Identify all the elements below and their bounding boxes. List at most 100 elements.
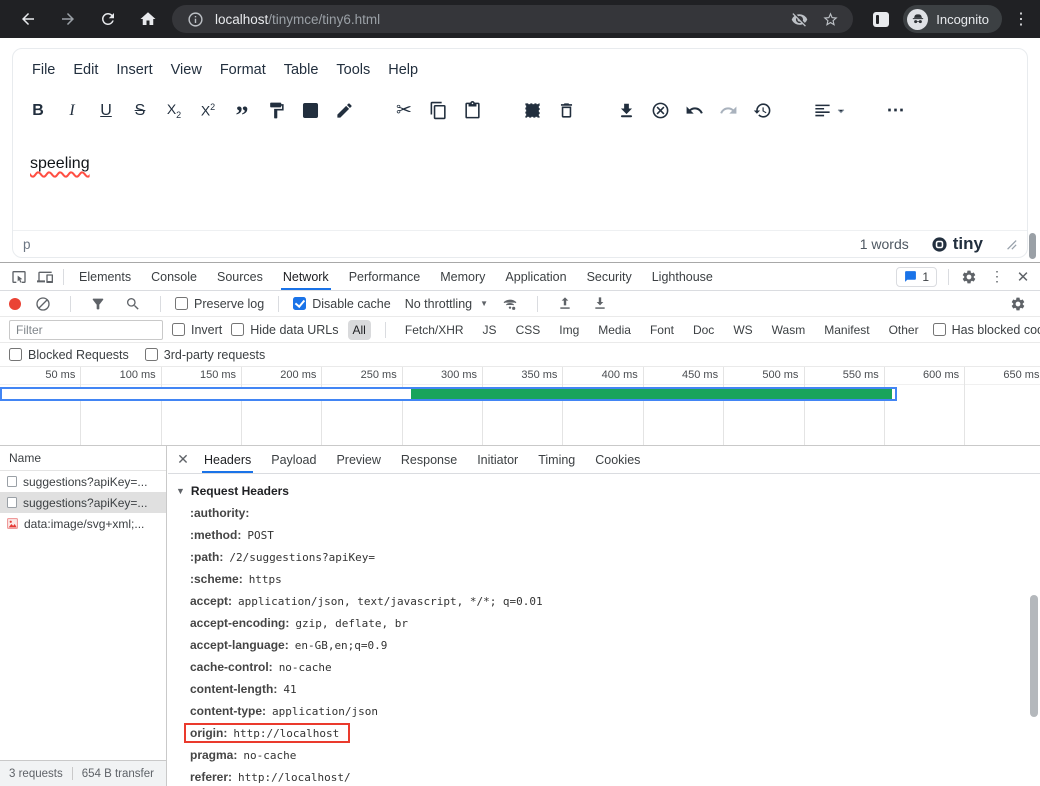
throttling-select[interactable]: No throttling ▼ (405, 297, 488, 311)
name-column-header[interactable]: Name (0, 446, 166, 471)
menu-file[interactable]: File (23, 57, 64, 83)
has-blocked-cookies-toggle[interactable]: Has blocked cookies (933, 323, 1040, 337)
misspelled-word[interactable]: speeling (30, 155, 90, 172)
incognito-badge[interactable]: Incognito (903, 5, 1002, 33)
tab-lighthouse[interactable]: Lighthouse (642, 263, 723, 290)
tab-memory[interactable]: Memory (430, 263, 495, 290)
blockquote-icon[interactable]: ” (227, 96, 257, 126)
import-har-icon[interactable] (552, 292, 578, 316)
bookmark-star-icon[interactable] (819, 8, 841, 30)
details-tab-initiator[interactable]: Initiator (467, 446, 528, 473)
tab-network[interactable]: Network (273, 263, 339, 290)
word-count[interactable]: 1 words (860, 236, 909, 252)
devtools-menu-icon[interactable]: ⋮ (984, 265, 1010, 289)
tab-application[interactable]: Application (495, 263, 576, 290)
clear-icon[interactable] (30, 292, 56, 316)
record-icon[interactable] (9, 298, 21, 310)
format-painter-icon[interactable] (261, 96, 291, 126)
request-row-selected[interactable]: suggestions?apiKey=... (0, 492, 166, 513)
network-settings-icon[interactable] (1005, 292, 1031, 316)
has-blocked-cookies-checkbox[interactable] (933, 323, 946, 336)
filter-type-media[interactable]: Media (593, 320, 636, 340)
details-tab-response[interactable]: Response (391, 446, 467, 473)
tab-performance[interactable]: Performance (339, 263, 431, 290)
paste-icon[interactable] (457, 96, 487, 126)
hide-data-urls-checkbox[interactable] (231, 323, 244, 336)
filter-type-doc[interactable]: Doc (688, 320, 719, 340)
tab-sources[interactable]: Sources (207, 263, 273, 290)
tab-console[interactable]: Console (141, 263, 207, 290)
preserve-log-checkbox[interactable] (175, 297, 188, 310)
details-tab-headers[interactable]: Headers (194, 446, 261, 473)
details-close-icon[interactable]: ✕ (172, 451, 194, 468)
menu-format[interactable]: Format (211, 57, 275, 83)
menu-edit[interactable]: Edit (64, 57, 107, 83)
filter-type-font[interactable]: Font (645, 320, 679, 340)
menu-table[interactable]: Table (275, 57, 328, 83)
filter-input[interactable] (9, 320, 163, 340)
request-row[interactable]: suggestions?apiKey=... (0, 471, 166, 492)
filter-funnel-icon[interactable] (85, 292, 111, 316)
request-headers-section[interactable]: ▼ Request Headers (176, 480, 1026, 502)
inspect-cursor-icon[interactable] (6, 265, 32, 289)
align-left-button[interactable] (807, 96, 851, 126)
editor-content[interactable]: speeling (13, 133, 1027, 241)
details-tab-cookies[interactable]: Cookies (585, 446, 650, 473)
request-row[interactable]: data:image/svg+xml;... (0, 513, 166, 534)
element-path[interactable]: p (23, 237, 31, 252)
page-embed-icon[interactable] (295, 96, 325, 126)
forward-icon[interactable] (48, 0, 88, 38)
details-tab-preview[interactable]: Preview (326, 446, 390, 473)
menu-view[interactable]: View (162, 57, 211, 83)
filter-type-ws[interactable]: WS (728, 320, 757, 340)
copy-icon[interactable] (423, 96, 453, 126)
download-icon[interactable] (611, 96, 641, 126)
back-icon[interactable] (8, 0, 48, 38)
cut-icon[interactable]: ✂ (389, 96, 419, 126)
filter-type-fetch-xhr[interactable]: Fetch/XHR (400, 320, 469, 340)
address-bar[interactable]: localhost/tinymce/tiny6.html (172, 5, 853, 33)
filter-type-wasm[interactable]: Wasm (767, 320, 811, 340)
filter-type-manifest[interactable]: Manifest (819, 320, 874, 340)
delete-icon[interactable] (551, 96, 581, 126)
filter-type-other[interactable]: Other (884, 320, 924, 340)
tab-elements[interactable]: Elements (69, 263, 141, 290)
export-har-icon[interactable] (587, 292, 613, 316)
details-scrollbar-thumb[interactable] (1030, 595, 1038, 717)
invert-toggle[interactable]: Invert (172, 323, 222, 337)
browser-menu-icon[interactable]: ⋮ (1010, 9, 1032, 29)
details-tab-timing[interactable]: Timing (528, 446, 585, 473)
superscript-icon[interactable]: X2 (193, 96, 223, 126)
disable-cache-toggle[interactable]: Disable cache (293, 297, 391, 311)
more-icon[interactable]: ⋯ (881, 96, 911, 126)
hide-eye-icon[interactable] (788, 8, 810, 30)
details-tab-payload[interactable]: Payload (261, 446, 326, 473)
filter-type-css[interactable]: CSS (511, 320, 546, 340)
subscript-icon[interactable]: X2 (159, 96, 189, 126)
menu-insert[interactable]: Insert (107, 57, 161, 83)
page-scrollbar-thumb[interactable] (1029, 233, 1036, 259)
network-conditions-icon[interactable] (497, 292, 523, 316)
undo-icon[interactable] (679, 96, 709, 126)
device-toolbar-icon[interactable] (32, 265, 58, 289)
menu-help[interactable]: Help (379, 57, 427, 83)
invert-checkbox[interactable] (172, 323, 185, 336)
filter-type-js[interactable]: JS (478, 320, 502, 340)
devtools-settings-icon[interactable] (956, 265, 982, 289)
home-icon[interactable] (128, 0, 168, 38)
url-text[interactable]: localhost/tinymce/tiny6.html (215, 12, 380, 27)
info-icon[interactable] (184, 8, 206, 30)
issues-badge[interactable]: 1 (896, 267, 937, 287)
blocked-requests-checkbox[interactable] (9, 348, 22, 361)
hide-data-urls-toggle[interactable]: Hide data URLs (231, 323, 338, 337)
resize-handle-icon[interactable] (1005, 238, 1017, 250)
overview-selected-range[interactable] (0, 387, 897, 401)
disable-cache-checkbox[interactable] (293, 297, 306, 310)
restore-draft-icon[interactable] (747, 96, 777, 126)
blocked-requests-toggle[interactable]: Blocked Requests (9, 348, 129, 362)
bold-icon[interactable]: B (23, 96, 53, 126)
devtools-close-icon[interactable]: ✕ (1012, 268, 1034, 286)
third-party-toggle[interactable]: 3rd-party requests (145, 348, 265, 362)
menu-tools[interactable]: Tools (327, 57, 379, 83)
third-party-checkbox[interactable] (145, 348, 158, 361)
